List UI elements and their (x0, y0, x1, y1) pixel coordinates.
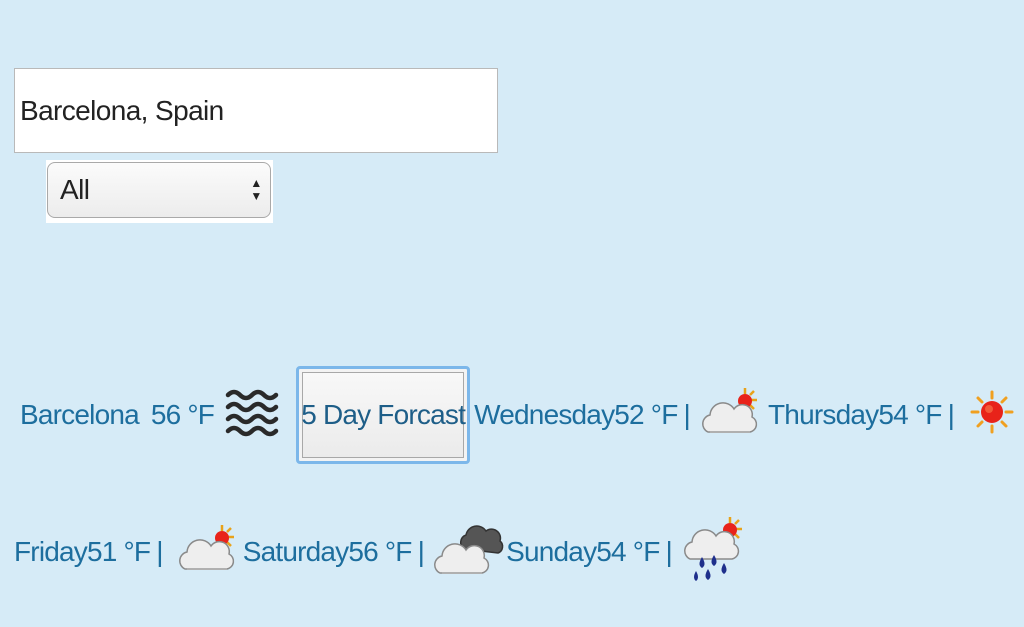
current-temp: 56 °F (150, 399, 215, 430)
select-arrows-icon: ▲ ▼ (250, 172, 262, 208)
weather-row-2: Friday 51 °F | Saturday 56 °F | Sunday 5… (14, 512, 746, 592)
five-day-forecast-button[interactable]: 5 Day Forcast (296, 366, 471, 464)
current-city: Barcelona (20, 399, 140, 430)
day-name-sunday: Sunday (506, 536, 597, 567)
fog-icon (224, 383, 282, 448)
arrow-down-icon: ▼ (250, 189, 262, 203)
separator: | (417, 536, 425, 567)
separator: | (947, 399, 955, 430)
location-input[interactable] (14, 68, 498, 153)
five-day-forecast-label: 5 Day Forcast (301, 372, 466, 458)
partly-cloudy-icon (700, 384, 762, 447)
weather-page: All ▲ ▼ Barcelona 56 °F 5 Day Forcast W (0, 0, 1024, 627)
weather-row-1: Barcelona 56 °F 5 Day Forcast Wednesday … (20, 366, 1014, 464)
day-temp-sunday: 54 °F (596, 536, 660, 567)
separator: | (156, 536, 163, 567)
separator: | (665, 536, 673, 567)
day-temp-wednesday: 52 °F (614, 399, 678, 430)
day-name-wednesday: Wednesday (474, 399, 615, 430)
filter-select[interactable]: All ▲ ▼ (47, 162, 271, 218)
mostly-cloudy-icon (434, 519, 504, 586)
separator: | (683, 399, 691, 430)
partly-cloudy-icon (177, 521, 239, 584)
day-name-thursday: Thursday (768, 399, 879, 430)
day-name-saturday: Saturday (242, 536, 349, 567)
filter-select-value: All (60, 174, 90, 205)
sunny-icon (970, 384, 1014, 447)
day-temp-saturday: 56 °F (348, 536, 412, 567)
filter-select-wrapper: All ▲ ▼ (46, 160, 273, 223)
rain-icon (684, 513, 746, 592)
day-temp-thursday: 54 °F (878, 399, 942, 430)
day-temp-friday: 51 °F (87, 536, 151, 567)
day-name-friday: Friday (14, 536, 88, 567)
